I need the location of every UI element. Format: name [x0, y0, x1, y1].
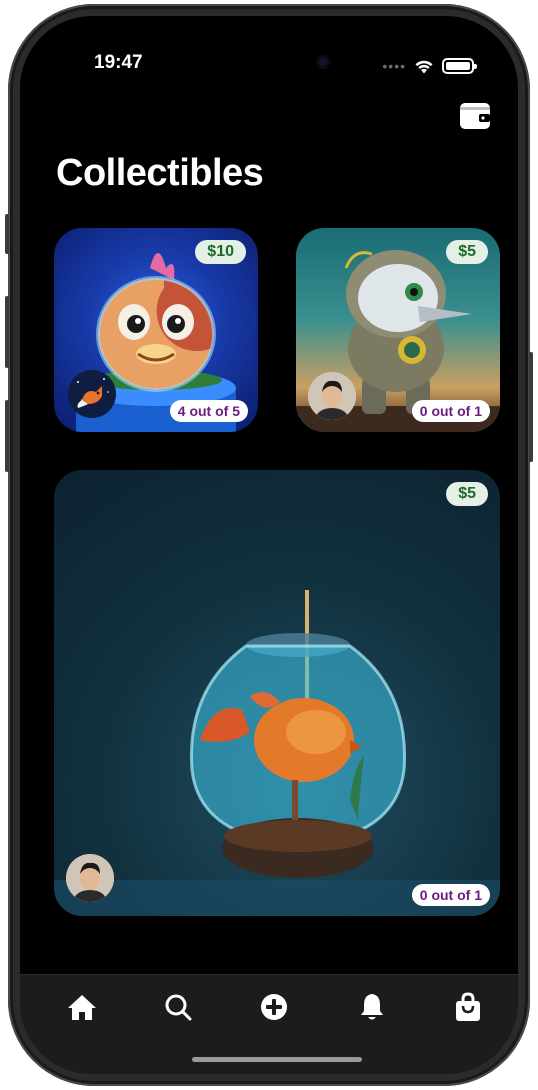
collectible-card[interactable]: $10 4 out of 5 — [54, 228, 258, 432]
volume-down-button — [5, 400, 9, 472]
price-badge: $5 — [446, 240, 488, 264]
tab-add[interactable] — [256, 989, 292, 1025]
tab-home[interactable] — [64, 989, 100, 1025]
ownership-badge: 0 out of 1 — [411, 400, 490, 422]
collectible-image — [54, 590, 500, 916]
camera-icon — [316, 55, 330, 69]
status-indicators: •••• — [382, 58, 477, 74]
home-icon — [68, 995, 96, 1020]
creator-avatar[interactable] — [66, 854, 114, 902]
wallet-button[interactable] — [459, 102, 491, 130]
search-icon — [165, 994, 192, 1021]
tab-notifications[interactable] — [354, 989, 390, 1025]
home-indicator[interactable] — [192, 1057, 362, 1062]
status-time: 19:47 — [94, 52, 143, 73]
person-avatar-icon — [66, 854, 114, 902]
creator-avatar[interactable] — [308, 372, 356, 420]
screen: 19:47 •••• Collectibles $10 4 out of 5 $… — [20, 16, 518, 1074]
fox-avatar-icon — [68, 370, 116, 418]
price-badge: $10 — [195, 240, 246, 264]
page-title: Collectibles — [56, 152, 264, 194]
wifi-icon — [415, 60, 433, 73]
creator-avatar[interactable] — [68, 370, 116, 418]
collectible-card[interactable]: $5 0 out of 1 — [296, 228, 500, 432]
cellular-dots: •••• — [382, 58, 406, 74]
collectible-card[interactable]: $5 0 out of 1 — [54, 470, 500, 916]
power-button — [529, 352, 533, 462]
phone-frame: 19:47 •••• Collectibles $10 4 out of 5 $… — [5, 4, 533, 1086]
tab-shop[interactable] — [450, 989, 486, 1025]
ownership-badge: 4 out of 5 — [169, 400, 248, 422]
volume-up-button — [5, 296, 9, 368]
action-button — [5, 214, 9, 254]
dynamic-island — [206, 42, 352, 82]
battery-icon — [442, 58, 477, 74]
add-icon — [261, 994, 287, 1020]
price-badge: $5 — [446, 482, 488, 506]
ownership-badge: 0 out of 1 — [411, 884, 490, 906]
wallet-icon — [460, 103, 490, 129]
bell-icon — [361, 994, 383, 1020]
person-avatar-icon — [308, 372, 356, 420]
tab-search[interactable] — [160, 989, 196, 1025]
shopping-bag-icon — [456, 992, 480, 1021]
